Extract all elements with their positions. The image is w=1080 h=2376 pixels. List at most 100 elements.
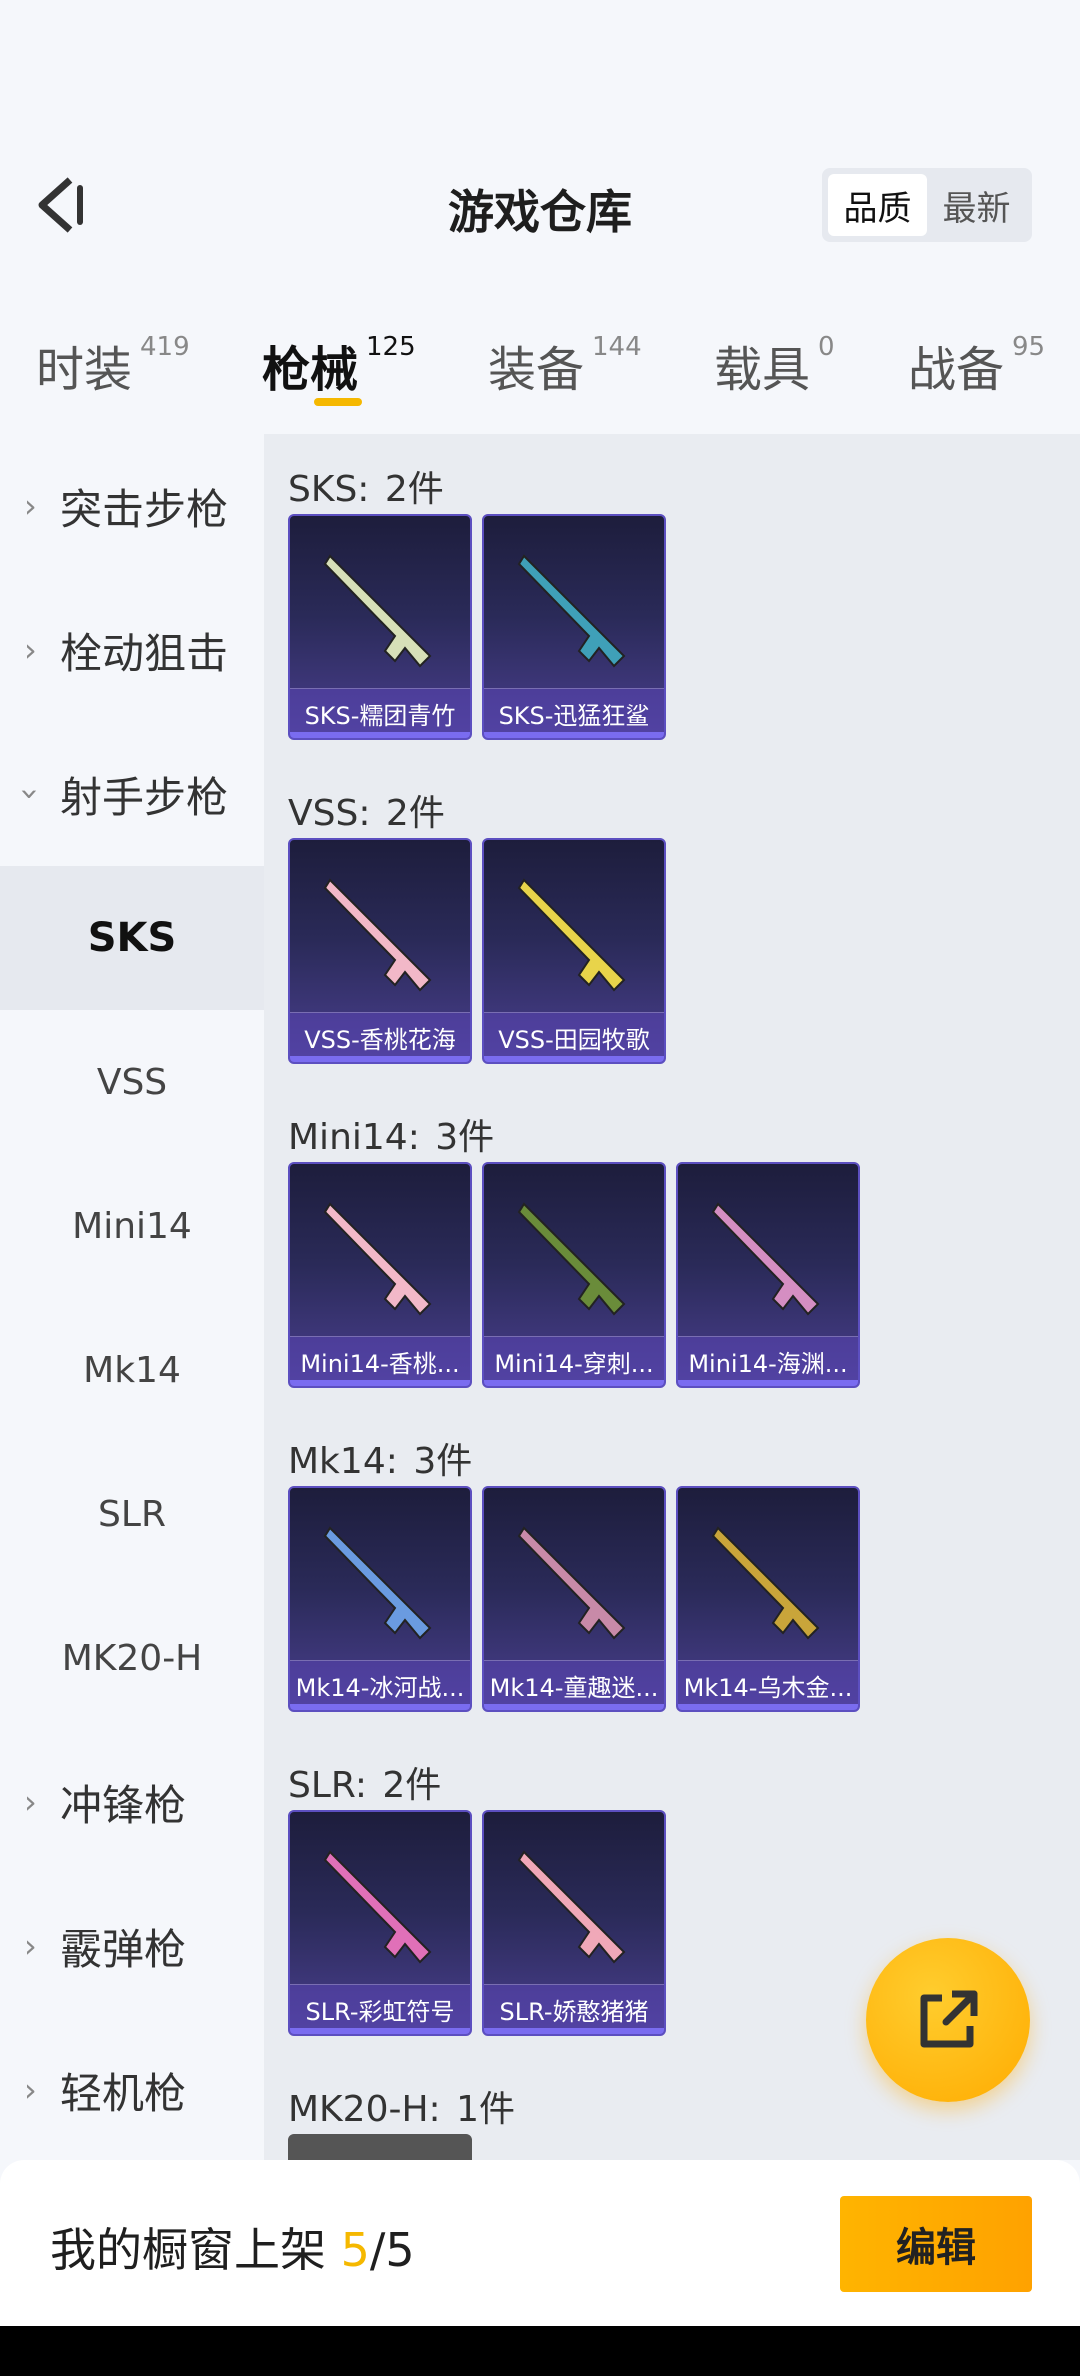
rarity-bar: [484, 2028, 664, 2034]
sidebar-category-lmg[interactable]: › 轻机枪: [0, 2018, 264, 2162]
rarity-bar: [290, 1056, 470, 1062]
weapon-card[interactable]: Mk14-冰河战...: [288, 1486, 472, 1712]
rifle-icon: [711, 1202, 820, 1316]
weapon-name: SLR-彩虹符号: [290, 1984, 470, 2034]
share-icon: [920, 1990, 978, 2048]
showcase-current: 5: [340, 2223, 370, 2277]
sidebar-item-label: 突击步枪: [60, 484, 229, 534]
weapon-card[interactable]: Mk14-童趣迷...: [482, 1486, 666, 1712]
rifle-icon: [517, 1202, 626, 1316]
edit-button[interactable]: 编辑: [840, 2196, 1032, 2292]
tab-count: 144: [592, 332, 642, 362]
sidebar-item-mk20h[interactable]: MK20-H: [0, 1586, 264, 1730]
sidebar-item-label: 霰弹枪: [60, 1924, 187, 1974]
weapon-card[interactable]: SLR-娇憨猪猪: [482, 1810, 666, 2036]
section-title: VSS: 2件: [288, 793, 445, 834]
sidebar-category-bolt-sniper[interactable]: › 栓动狙击: [0, 578, 264, 722]
chevron-right-icon: ›: [24, 2071, 37, 2109]
weapon-name: VSS-田园牧歌: [484, 1012, 664, 1062]
showcase-status: 我的橱窗上架 5/5: [50, 2214, 415, 2280]
sidebar-category-smg[interactable]: › 冲锋枪: [0, 1730, 264, 1874]
weapon-card[interactable]: Mk14-乌木金...: [676, 1486, 860, 1712]
chevron-right-icon: ›: [24, 1927, 37, 1965]
weapon-name: SKS-糯团青竹: [290, 688, 470, 738]
weapon-card[interactable]: Mini14-香桃...: [288, 1162, 472, 1388]
weapon-card[interactable]: SKS-糯团青竹: [288, 514, 472, 740]
rarity-bar: [678, 1704, 858, 1710]
weapon-card[interactable]: Mini14-海渊...: [676, 1162, 860, 1388]
weapon-name: Mk14-乌木金...: [678, 1660, 858, 1710]
weapon-card[interactable]: [288, 2134, 472, 2160]
section-title: SLR: 2件: [288, 1765, 442, 1806]
weapon-card[interactable]: SLR-彩虹符号: [288, 1810, 472, 2036]
category-tabs: 时装 419 枪械 125 装备 144 载具 0 战备 95: [0, 318, 1080, 418]
weapon-name: Mini14-香桃...: [290, 1336, 470, 1386]
sidebar-item-mini14[interactable]: Mini14: [0, 1154, 264, 1298]
tab-firearms[interactable]: 枪械 125: [262, 330, 416, 400]
rifle-icon: [517, 1850, 626, 1964]
rarity-bar: [290, 1704, 470, 1710]
weapon-name: VSS-香桃花海: [290, 1012, 470, 1062]
weapon-card[interactable]: VSS-香桃花海: [288, 838, 472, 1064]
chevron-right-icon: ›: [24, 487, 37, 525]
tab-label: 枪械: [262, 342, 359, 398]
tab-count: 0: [818, 332, 835, 362]
tab-indicator: [314, 398, 362, 406]
rifle-icon: [517, 1526, 626, 1640]
header: 游戏仓库 品质 最新: [0, 150, 1080, 260]
weapon-card[interactable]: VSS-田园牧歌: [482, 838, 666, 1064]
sidebar-item-label: 轻机枪: [60, 2068, 187, 2118]
sort-toggle: 品质 最新: [822, 168, 1032, 242]
tab-fashion[interactable]: 时装 419: [36, 330, 190, 400]
sidebar-item-sks[interactable]: SKS: [0, 866, 264, 1010]
tab-count: 95: [1012, 332, 1046, 362]
weapon-card[interactable]: SKS-迅猛狂鲨: [482, 514, 666, 740]
sidebar-category-assault-rifle[interactable]: › 突击步枪: [0, 434, 264, 578]
system-nav-bar: [0, 2326, 1080, 2376]
tab-label: 装备: [488, 342, 585, 398]
rifle-icon: [517, 878, 626, 992]
chevron-right-icon: ›: [24, 631, 37, 669]
sort-latest-button[interactable]: 最新: [927, 174, 1026, 236]
weapon-card[interactable]: Mini14-穿刺...: [482, 1162, 666, 1388]
rifle-icon: [323, 1850, 432, 1964]
sidebar-item-vss[interactable]: VSS: [0, 1010, 264, 1154]
sidebar-item-label: 射手步枪: [60, 772, 229, 822]
tab-label: 战备: [908, 342, 1005, 398]
rarity-bar: [290, 732, 470, 738]
sidebar-item-label: 栓动狙击: [60, 628, 229, 678]
sidebar-category-marksman-rifle[interactable]: › 射手步枪: [0, 722, 264, 866]
rarity-bar: [484, 732, 664, 738]
rifle-icon: [323, 1202, 432, 1316]
rarity-bar: [484, 1380, 664, 1386]
chevron-down-icon: ›: [11, 787, 50, 801]
rifle-icon: [517, 554, 626, 668]
tab-supplies[interactable]: 战备 95: [908, 330, 1045, 400]
sidebar-item-mk14[interactable]: Mk14: [0, 1298, 264, 1442]
rifle-icon: [323, 1526, 432, 1640]
tab-count: 125: [366, 332, 416, 362]
chevron-right-icon: ›: [24, 1783, 37, 1821]
section-title: Mk14: 3件: [288, 1441, 473, 1482]
section-title: Mini14: 3件: [288, 1117, 495, 1158]
weapon-name: SKS-迅猛狂鲨: [484, 688, 664, 738]
sidebar-item-slr[interactable]: SLR: [0, 1442, 264, 1586]
rarity-bar: [290, 2028, 470, 2034]
tab-vehicles[interactable]: 载具 0: [714, 330, 835, 400]
section-title: MK20-H: 1件: [288, 2089, 516, 2130]
rarity-bar: [484, 1704, 664, 1710]
sidebar-category-shotgun[interactable]: › 霰弹枪: [0, 1874, 264, 2018]
sort-quality-button[interactable]: 品质: [828, 174, 927, 236]
bottom-bar: 我的橱窗上架 5/5 编辑: [0, 2160, 1080, 2326]
rifle-icon: [323, 878, 432, 992]
weapon-list: SKS: 2件 SKS-糯团青竹 SKS-迅猛狂鲨 VSS: 2件 VSS-香桃…: [264, 434, 1080, 2160]
tab-equipment[interactable]: 装备 144: [488, 330, 642, 400]
section-title: SKS: 2件: [288, 469, 444, 510]
share-button[interactable]: [866, 1938, 1030, 2102]
rifle-icon: [711, 1526, 820, 1640]
rifle-icon: [323, 554, 432, 668]
rarity-bar: [290, 1380, 470, 1386]
weapon-name: Mk14-冰河战...: [290, 1660, 470, 1710]
weapon-name: Mk14-童趣迷...: [484, 1660, 664, 1710]
sidebar-item-label: 冲锋枪: [60, 1780, 187, 1830]
